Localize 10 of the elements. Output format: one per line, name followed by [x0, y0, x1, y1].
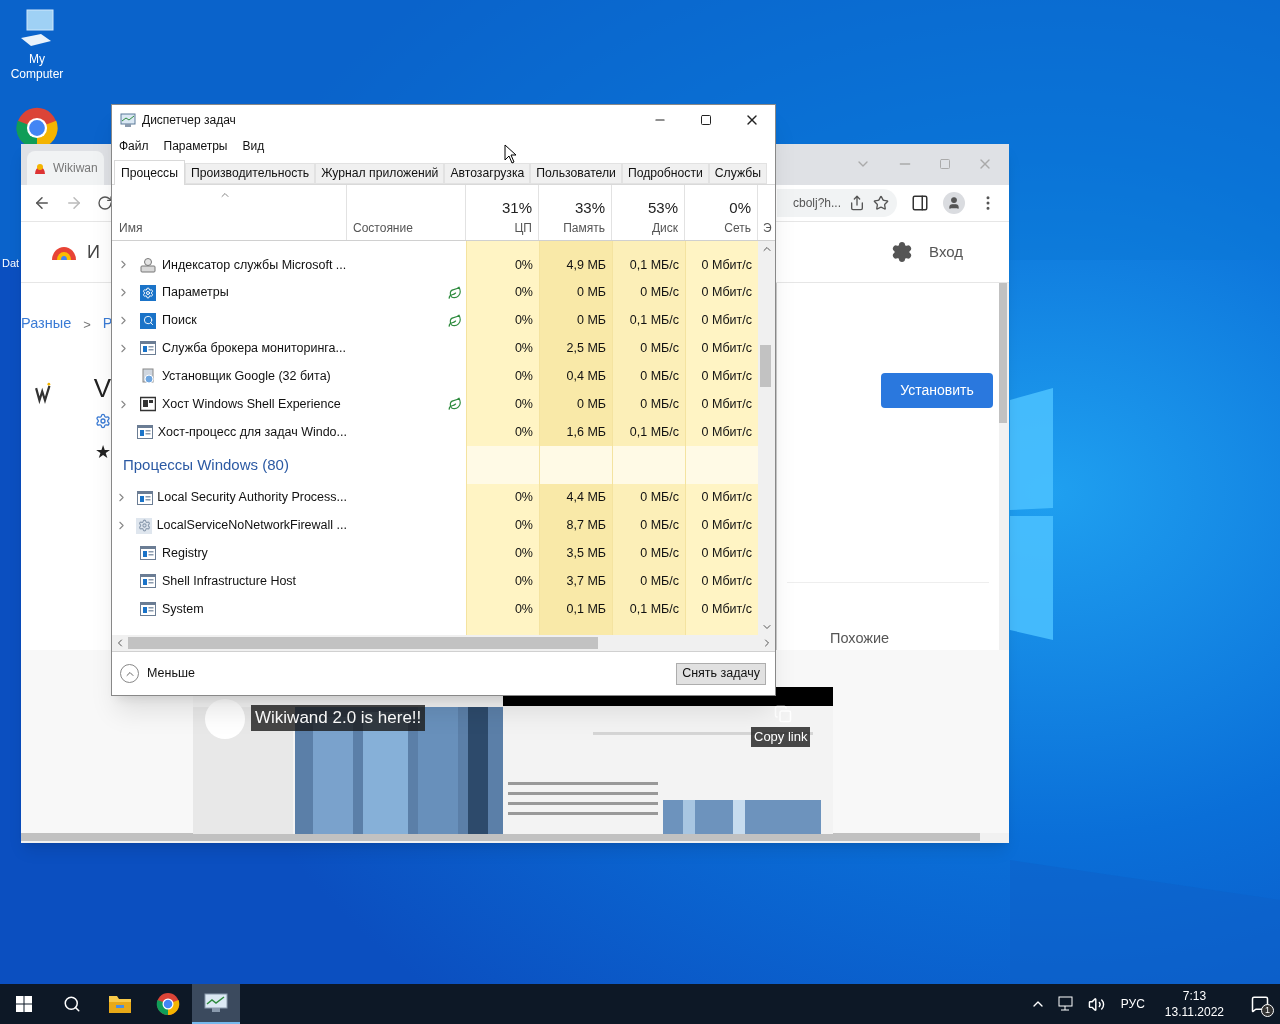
search-icon[interactable]: [63, 995, 81, 1013]
volume-icon[interactable]: [1087, 995, 1105, 1013]
notification-count-badge: 1: [1261, 1004, 1274, 1017]
chrome-logo: [156, 992, 180, 1016]
windows-logo-icon[interactable]: [16, 996, 32, 1012]
notifications-icon[interactable]: [1251, 995, 1269, 1013]
network-icon[interactable]: [1057, 996, 1076, 1012]
language-indicator[interactable]: РУС: [1116, 995, 1149, 1013]
monitor-chart-icon[interactable]: [192, 984, 240, 1024]
clock[interactable]: 7:13 13.11.2022: [1160, 988, 1228, 1020]
